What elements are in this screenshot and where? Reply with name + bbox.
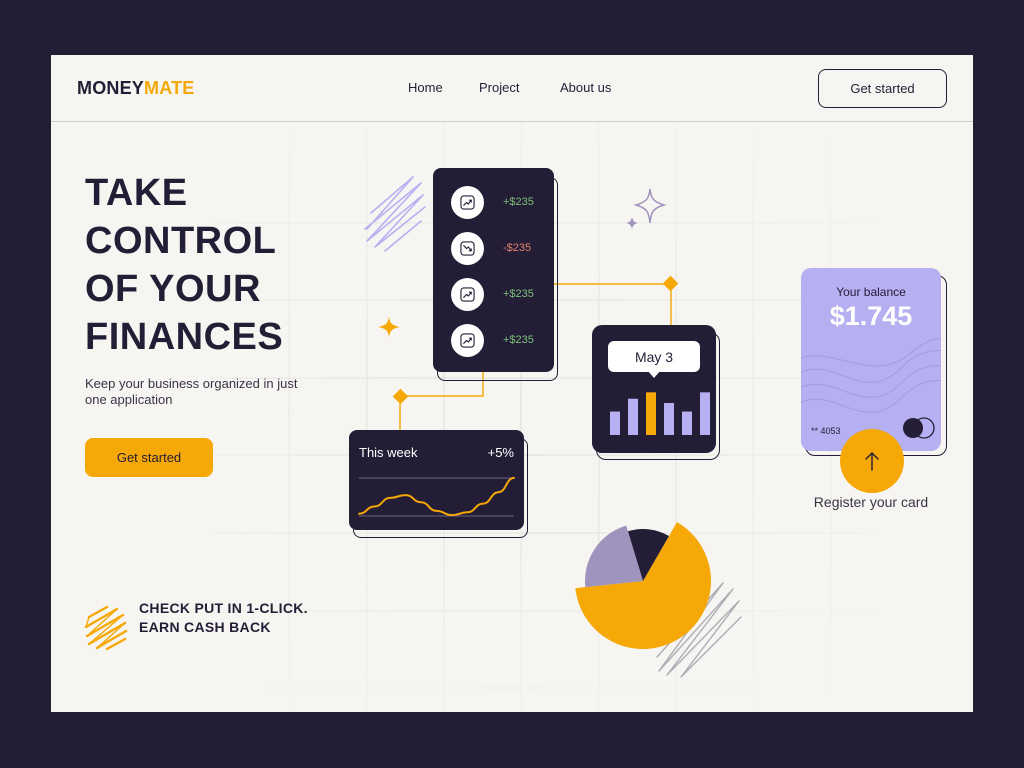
register-card-label: Register your card [813, 494, 929, 510]
transaction-row[interactable]: +$235 [433, 276, 554, 312]
transaction-amount: +$235 [503, 196, 534, 208]
brand-logo[interactable]: MONEYMATE [77, 78, 194, 99]
balance-label: Your balance [836, 285, 906, 299]
top-navbar: MONEYMATE Home Project About us Get star… [51, 55, 973, 122]
bar-4 [664, 403, 674, 435]
bar-2 [628, 398, 638, 435]
bar-6 [700, 392, 710, 435]
daily-chart-card[interactable]: May 3 [592, 325, 716, 453]
transaction-amount: +$235 [503, 288, 534, 300]
transaction-amount: -$235 [503, 242, 532, 254]
bar-1 [610, 411, 620, 435]
header-get-started-button[interactable]: Get started [818, 69, 947, 108]
trend-line [358, 476, 515, 517]
transaction-row[interactable]: -$235 [433, 230, 554, 266]
hero-get-started-button[interactable]: Get started [85, 438, 213, 477]
nav-link-about-us[interactable]: About us [560, 80, 611, 95]
arrow-up-icon [865, 452, 879, 471]
register-card-button[interactable] [840, 429, 904, 493]
trend-up-icon [451, 278, 484, 311]
card-brand-icon [903, 417, 935, 439]
scribble-icon [84, 605, 128, 651]
trend-down-icon [451, 232, 484, 265]
lavender-scribble-decoration [364, 176, 426, 252]
transaction-row[interactable]: +$235 [433, 184, 554, 220]
logo-part-2: MATE [144, 78, 195, 98]
hero-title-line: FINANCES [85, 316, 284, 358]
balance-value: $1.745 [829, 301, 913, 331]
bar-5 [682, 411, 692, 435]
landing-page: MONEYMATE Home Project About us Get star… [51, 55, 973, 712]
cashback-promo-text: CHECK PUT IN 1-CLICK. EARN CASH BACK [139, 600, 308, 635]
transaction-row[interactable]: +$235 [433, 322, 554, 358]
bar-3 [646, 392, 656, 435]
balance-card[interactable]: Your balance $1.745 ** 4053 [801, 268, 941, 451]
transaction-amount: +$235 [503, 334, 534, 346]
hero-title-line: CONTROL [85, 220, 277, 262]
weekly-line-chart [358, 476, 515, 517]
trend-up-icon [451, 324, 484, 357]
transactions-card[interactable]: +$235 -$235 +$235 +$235 [433, 168, 554, 372]
trend-up-icon [451, 186, 484, 219]
daily-bar-chart [610, 392, 710, 435]
sparkle-icon [626, 188, 667, 229]
hero-subtitle: Keep your business organized in just one… [85, 376, 298, 407]
nav-link-home[interactable]: Home [408, 80, 443, 95]
weekly-trend-card[interactable]: This week +5% [349, 430, 524, 530]
hero-title: TAKE CONTROL OF YOUR FINANCES [85, 169, 345, 361]
nav-link-project[interactable]: Project [479, 80, 519, 95]
logo-part-1: MONEY [77, 78, 145, 98]
orange-sparkle-icon [378, 316, 400, 338]
spending-pie-chart [575, 522, 711, 649]
hero-title-line: TAKE [85, 172, 188, 214]
hero-title-line: OF YOUR [85, 268, 261, 310]
card-number: ** 4053 [811, 426, 841, 436]
